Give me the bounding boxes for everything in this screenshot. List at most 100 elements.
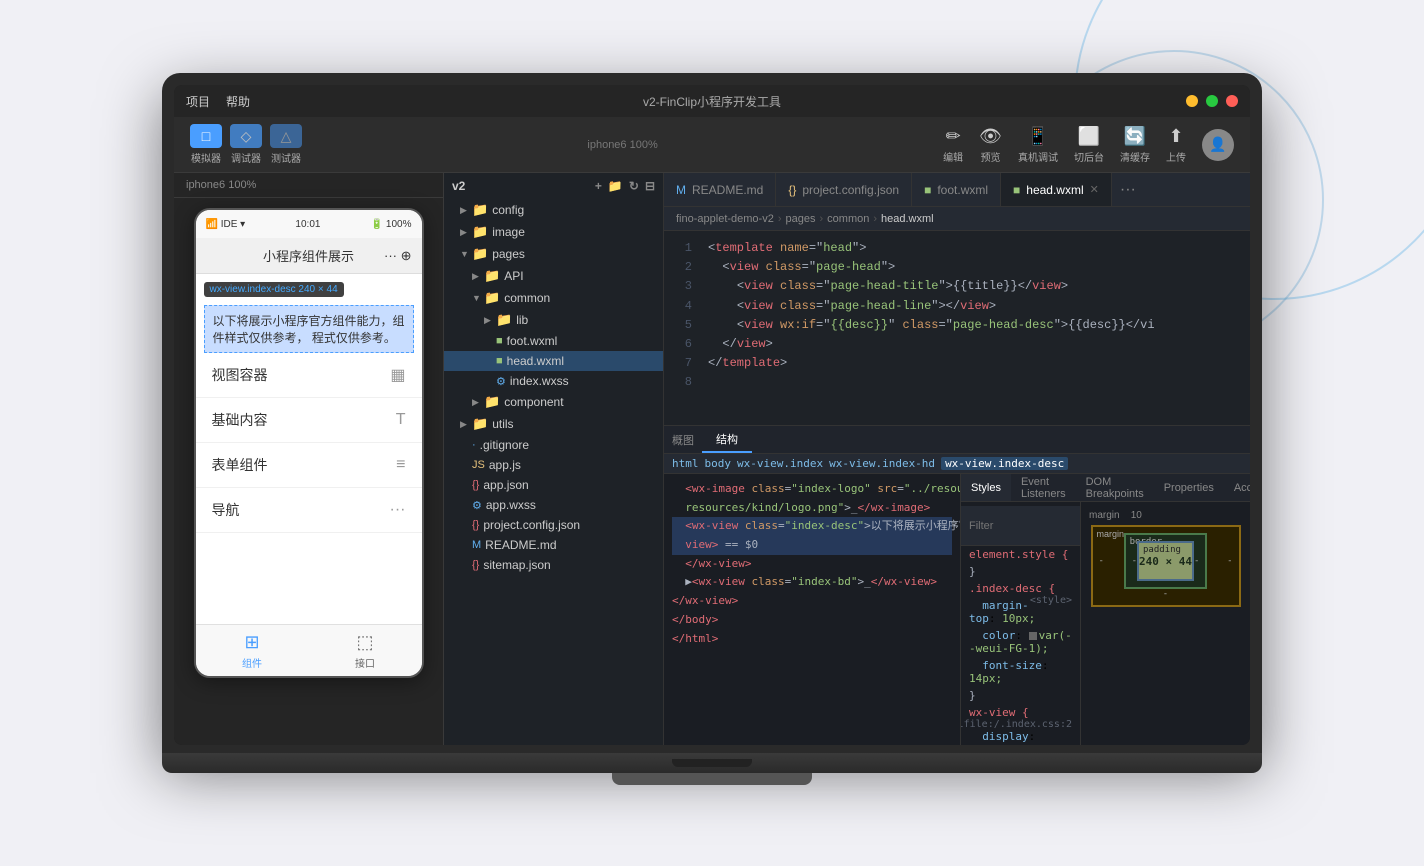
code-line-3: <view class="page-head-title">{{title}}<… <box>708 277 1242 296</box>
title-bar: 项目 帮助 v2-FinClip小程序开发工具 <box>174 85 1250 117</box>
styles-tab-breakpoints[interactable]: DOM Breakpoints <box>1076 474 1154 501</box>
tree-label-api: API <box>504 269 523 283</box>
refresh-action[interactable]: ↻ <box>629 179 639 193</box>
new-file-action[interactable]: + <box>595 179 602 193</box>
tree-item-utils[interactable]: ▶ 📁 utils <box>444 413 663 435</box>
breadcrumb-file[interactable]: head.wxml <box>881 213 934 225</box>
collapse-action[interactable]: ⊟ <box>645 179 655 193</box>
tree-item-lib[interactable]: ▶ 📁 lib <box>444 309 663 331</box>
menu-project[interactable]: 项目 <box>186 93 210 110</box>
tree-item-api[interactable]: ▶ 📁 API <box>444 265 663 287</box>
device-debug-label: 真机调试 <box>1018 149 1058 164</box>
tree-item-app-js[interactable]: ▶ JS app.js <box>444 455 663 475</box>
user-avatar[interactable]: 👤 <box>1202 129 1234 161</box>
box-outer: margin - border - <box>1091 525 1241 607</box>
head-tab-close[interactable]: ✕ <box>1090 183 1099 196</box>
styles-tab-events[interactable]: Event Listeners <box>1011 474 1076 501</box>
tab-readme[interactable]: M README.md <box>664 173 776 206</box>
tree-item-index-wxss[interactable]: ▶ ⚙ index.wxss <box>444 371 663 391</box>
maximize-button[interactable] <box>1206 95 1218 107</box>
tree-item-app-wxss[interactable]: ▶ ⚙ app.wxss <box>444 495 663 515</box>
upload-action[interactable]: ⬆ 上传 <box>1166 126 1186 164</box>
tab-more-button[interactable]: ··· <box>1112 173 1144 206</box>
selected-element: 以下将展示小程序官方组件能力，组件样式仅供参考， 程式仅供参考。 <box>204 305 414 353</box>
tab-bar: M README.md {} project.config.json ■ foo… <box>664 173 1250 207</box>
background-action[interactable]: ⬜ 切后台 <box>1074 126 1104 164</box>
preview-action[interactable]: 👁 预览 <box>979 126 1002 164</box>
folder-icon-utils: 📁 <box>472 416 488 432</box>
nav-item-basic[interactable]: 基础内容 T <box>196 398 422 443</box>
breadcrumb-root[interactable]: fino-applet-demo-v2 <box>676 213 774 225</box>
simulator-button[interactable]: □ 模拟器 <box>190 124 222 165</box>
tab-image-label[interactable]: 概图 <box>664 426 702 453</box>
tree-item-project-config[interactable]: ▶ {} project.config.json <box>444 515 663 535</box>
bottom-nav-component[interactable]: ⊞ 组件 <box>196 625 309 676</box>
tree-label-readme: README.md <box>485 538 556 552</box>
tree-item-image[interactable]: ▶ 📁 image <box>444 221 663 243</box>
styles-tab-properties[interactable]: Properties <box>1154 474 1224 501</box>
breadcrumb: fino-applet-demo-v2 › pages › common › h… <box>664 207 1250 231</box>
tab-dom[interactable]: 结构 <box>702 426 752 453</box>
upload-label: 上传 <box>1166 149 1186 164</box>
code-line-2: <view class="page-head"> <box>708 258 1242 277</box>
nav-item-view[interactable]: 视图容器 ▦ <box>196 353 422 398</box>
dom-bc-body[interactable]: body <box>705 457 732 470</box>
tree-item-gitignore[interactable]: ▶ · .gitignore <box>444 435 663 455</box>
line-num-4: 4 <box>664 297 692 316</box>
nav-item-nav[interactable]: 导航 ··· <box>196 488 422 533</box>
clear-cache-action[interactable]: 🔄 清缓存 <box>1120 126 1150 164</box>
simulator-icon: □ <box>190 124 222 148</box>
tree-label-app-js: app.js <box>489 458 521 472</box>
menu-help[interactable]: 帮助 <box>226 93 250 110</box>
tree-item-app-json[interactable]: ▶ {} app.json <box>444 475 663 495</box>
device-debug-action[interactable]: 📱 真机调试 <box>1018 126 1058 164</box>
debugger-icon: ◇ <box>230 124 262 148</box>
box-inner: padding 240 × 44 <box>1137 541 1194 581</box>
tree-item-head-wxml[interactable]: ▶ ■ head.wxml <box>444 351 663 371</box>
breadcrumb-common[interactable]: common <box>827 213 869 225</box>
folder-icon-config: 📁 <box>472 202 488 218</box>
debugger-button[interactable]: ◇ 调试器 <box>230 124 262 165</box>
dom-line-1: <wx-image class="index-logo" src="../res… <box>672 480 952 499</box>
tree-item-common[interactable]: ▼ 📁 common <box>444 287 663 309</box>
tree-item-pages[interactable]: ▼ 📁 pages <box>444 243 663 265</box>
dom-bc-wx-view-desc[interactable]: wx-view.index-desc <box>941 457 1068 470</box>
tree-item-foot-wxml[interactable]: ▶ ■ foot.wxml <box>444 331 663 351</box>
tree-item-component[interactable]: ▶ 📁 component <box>444 391 663 413</box>
styles-tab-styles[interactable]: Styles <box>961 474 1011 501</box>
nav-item-form[interactable]: 表单组件 ≡ <box>196 443 422 488</box>
line-num-1: 1 <box>664 239 692 258</box>
bottom-nav-interface[interactable]: ⬚ 接口 <box>309 625 422 676</box>
tree-item-config[interactable]: ▶ 📁 config <box>444 199 663 221</box>
box-left-margin: - <box>1099 556 1104 566</box>
edit-action[interactable]: ✏ 编辑 <box>943 126 963 164</box>
dom-tree[interactable]: <wx-image class="index-logo" src="../res… <box>664 474 960 745</box>
code-line-1: <template name="head"> <box>708 239 1242 258</box>
tab-foot-wxml[interactable]: ■ foot.wxml <box>912 173 1001 206</box>
tab-project-config[interactable]: {} project.config.json <box>776 173 912 206</box>
dom-bc-wx-view-index[interactable]: wx-view.index <box>737 457 823 470</box>
styles-tab-accessibility[interactable]: Accessibility <box>1224 474 1250 501</box>
breadcrumb-sep-2: › <box>820 213 824 225</box>
phone-more-button[interactable]: ··· ⊕ <box>384 248 412 264</box>
styles-left: :hov .cls + element.style { } <box>961 502 1080 745</box>
breadcrumb-pages[interactable]: pages <box>786 213 816 225</box>
dom-bc-html[interactable]: html <box>672 457 699 470</box>
tab-head-wxml[interactable]: ■ head.wxml ✕ <box>1001 173 1112 206</box>
preview-icon: 👁 <box>979 126 1002 147</box>
minimize-button[interactable] <box>1186 95 1198 107</box>
battery: 🔋 100% <box>371 219 412 230</box>
device-panel: iphone6 100% 📶 IDE ▾ 10:01 🔋 100% <box>174 173 444 745</box>
tree-label-config: config <box>492 203 524 217</box>
tester-button[interactable]: △ 测试器 <box>270 124 302 165</box>
tree-item-readme[interactable]: ▶ M README.md <box>444 535 663 555</box>
box-right-margin: - <box>1227 556 1232 566</box>
filter-input[interactable] <box>969 520 1080 532</box>
close-button[interactable] <box>1226 95 1238 107</box>
code-content[interactable]: <template name="head"> <view class="page… <box>700 231 1250 425</box>
file-tree-root: v2 <box>452 179 465 193</box>
dom-bc-wx-view-hd[interactable]: wx-view.index-hd <box>829 457 935 470</box>
tree-item-sitemap[interactable]: ▶ {} sitemap.json <box>444 555 663 575</box>
new-folder-action[interactable]: 📁 <box>608 179 623 193</box>
display-val: block; <box>969 743 1009 745</box>
